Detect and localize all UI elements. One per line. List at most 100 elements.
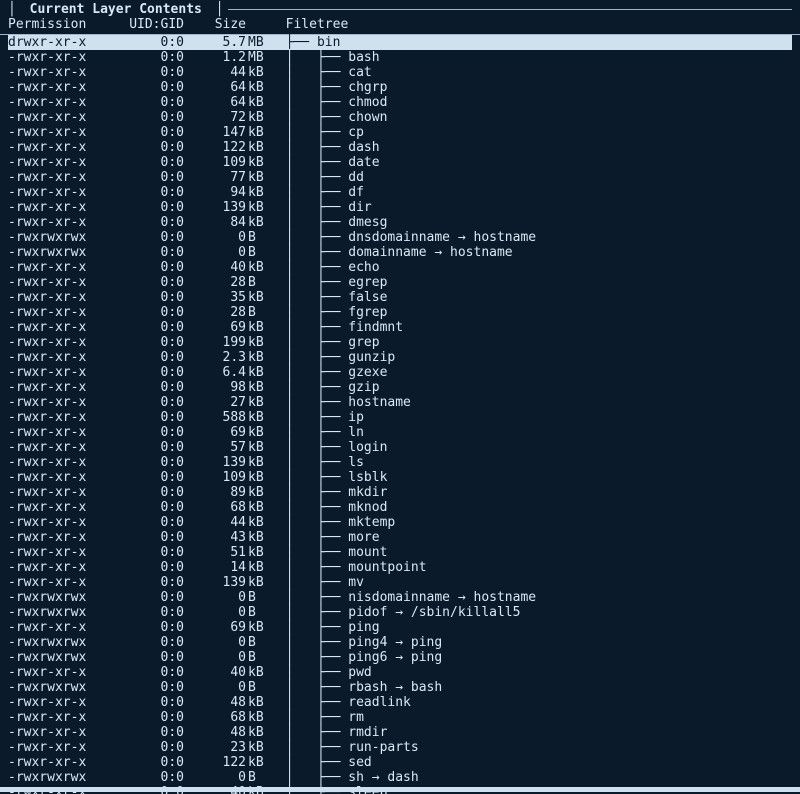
file-row[interactable]: -rwxr-xr-x0:044 kB │ ├── cat [8, 65, 792, 80]
file-row[interactable]: -rwxr-xr-x0:0109 kB │ ├── lsblk [8, 470, 792, 485]
size-value: 139 [190, 575, 248, 590]
size-unit: B [248, 305, 270, 320]
permission: -rwxr-xr-x [8, 470, 104, 485]
size-value: 0 [190, 635, 248, 650]
file-row[interactable]: -rwxrwxrwx0:00 B │ ├── domainname → host… [8, 245, 792, 260]
file-row[interactable]: -rwxr-xr-x0:06.4 kB │ ├── gzexe [8, 365, 792, 380]
size-unit: kB [248, 425, 270, 440]
file-row[interactable]: -rwxr-xr-x0:0147 kB │ ├── cp [8, 125, 792, 140]
file-row[interactable]: -rwxrwxrwx0:00 B │ ├── pidof → /sbin/kil… [8, 605, 792, 620]
file-row[interactable]: -rwxr-xr-x0:072 kB │ ├── chown [8, 110, 792, 125]
file-row[interactable]: -rwxr-xr-x0:098 kB │ ├── gzip [8, 380, 792, 395]
size-value: 139 [190, 455, 248, 470]
filetree-cell: │ ├── ln [270, 425, 792, 440]
file-row[interactable]: -rwxr-xr-x0:028 B │ ├── egrep [8, 275, 792, 290]
size-unit: kB [248, 80, 270, 95]
size-value: 51 [190, 545, 248, 560]
file-row[interactable]: -rwxr-xr-x0:014 kB │ ├── mountpoint [8, 560, 792, 575]
permission: -rwxr-xr-x [8, 665, 104, 680]
uid-gid: 0:0 [104, 575, 190, 590]
file-row[interactable]: -rwxr-xr-x0:0139 kB │ ├── ls [8, 455, 792, 470]
file-row[interactable]: -rwxrwxrwx0:00 B │ ├── rbash → bash [8, 680, 792, 695]
size-value: 28 [190, 275, 248, 290]
permission: -rwxr-xr-x [8, 200, 104, 215]
size-value: 40 [190, 665, 248, 680]
file-row[interactable]: -rwxr-xr-x0:0588 kB │ ├── ip [8, 410, 792, 425]
permission: -rwxr-xr-x [8, 155, 104, 170]
file-row[interactable]: -rwxr-xr-x0:084 kB │ ├── dmesg [8, 215, 792, 230]
file-row[interactable]: -rwxr-xr-x0:051 kB │ ├── mount [8, 545, 792, 560]
file-row[interactable]: -rwxr-xr-x0:023 kB │ ├── run-parts [8, 740, 792, 755]
file-row[interactable]: -rwxr-xr-x0:064 kB │ ├── chgrp [8, 80, 792, 95]
uid-gid: 0:0 [104, 215, 190, 230]
uid-gid: 0:0 [104, 530, 190, 545]
file-row[interactable]: -rwxrwxrwx0:00 B │ ├── ping6 → ping [8, 650, 792, 665]
file-row[interactable]: -rwxrwxrwx0:00 B │ ├── sh → dash [8, 770, 792, 785]
size-unit: kB [248, 695, 270, 710]
file-row[interactable]: -rwxr-xr-x0:0139 kB │ ├── mv [8, 575, 792, 590]
size-value: 64 [190, 80, 248, 95]
file-row[interactable]: -rwxr-xr-x0:064 kB │ ├── chmod [8, 95, 792, 110]
filetree-cell: │ ├── hostname [270, 395, 792, 410]
uid-gid: 0:0 [104, 200, 190, 215]
file-row[interactable]: -rwxr-xr-x0:069 kB │ ├── findmnt [8, 320, 792, 335]
size-unit: B [248, 590, 270, 605]
size-unit: kB [248, 515, 270, 530]
uid-gid: 0:0 [104, 590, 190, 605]
size-unit: kB [248, 410, 270, 425]
size-unit: kB [248, 485, 270, 500]
file-rows[interactable]: drwxr-xr-x0:05.7 MB ├── bin-rwxr-xr-x0:0… [0, 35, 800, 794]
filetree-cell: │ ├── ping [270, 620, 792, 635]
file-row[interactable]: -rwxr-xr-x0:0139 kB │ ├── dir [8, 200, 792, 215]
permission: -rwxr-xr-x [8, 380, 104, 395]
file-row[interactable]: -rwxr-xr-x0:040 kB │ ├── pwd [8, 665, 792, 680]
uid-gid: 0:0 [104, 395, 190, 410]
filetree-cell: │ ├── rbash → bash [270, 680, 792, 695]
size-value: 35 [190, 290, 248, 305]
file-row[interactable]: -rwxr-xr-x0:028 B │ ├── fgrep [8, 305, 792, 320]
file-row[interactable]: -rwxr-xr-x0:043 kB │ ├── more [8, 530, 792, 545]
uid-gid: 0:0 [104, 65, 190, 80]
size-value: 1.2 [190, 50, 248, 65]
file-row[interactable]: -rwxr-xr-x0:089 kB │ ├── mkdir [8, 485, 792, 500]
file-row[interactable]: drwxr-xr-x0:05.7 MB ├── bin [8, 35, 792, 50]
size-unit: kB [248, 500, 270, 515]
file-row[interactable]: -rwxr-xr-x0:069 kB │ ├── ln [8, 425, 792, 440]
file-row[interactable]: -rwxr-xr-x0:048 kB │ ├── rmdir [8, 725, 792, 740]
file-row[interactable]: -rwxr-xr-x0:048 kB │ ├── readlink [8, 695, 792, 710]
filetree-cell: │ ├── rm [270, 710, 792, 725]
uid-gid: 0:0 [104, 290, 190, 305]
uid-gid: 0:0 [104, 710, 190, 725]
permission: -rwxrwxrwx [8, 650, 104, 665]
filetree-cell: │ ├── dnsdomainname → hostname [270, 230, 792, 245]
file-row[interactable]: -rwxr-xr-x0:02.3 kB │ ├── gunzip [8, 350, 792, 365]
file-row[interactable]: -rwxr-xr-x0:027 kB │ ├── hostname [8, 395, 792, 410]
size-unit: B [248, 680, 270, 695]
file-row[interactable]: -rwxr-xr-x0:057 kB │ ├── login [8, 440, 792, 455]
file-row[interactable]: -rwxrwxrwx0:00 B │ ├── dnsdomainname → h… [8, 230, 792, 245]
file-row[interactable]: -rwxrwxrwx0:00 B │ ├── nisdomainname → h… [8, 590, 792, 605]
file-row[interactable]: -rwxr-xr-x0:068 kB │ ├── mknod [8, 500, 792, 515]
file-row[interactable]: -rwxr-xr-x0:040 kB │ ├── echo [8, 260, 792, 275]
permission: -rwxr-xr-x [8, 320, 104, 335]
file-row[interactable]: -rwxr-xr-x0:044 kB │ ├── mktemp [8, 515, 792, 530]
uid-gid: 0:0 [104, 260, 190, 275]
file-row[interactable]: -rwxr-xr-x0:094 kB │ ├── df [8, 185, 792, 200]
filetree-cell: │ ├── cat [270, 65, 792, 80]
permission: -rwxr-xr-x [8, 695, 104, 710]
file-row[interactable]: -rwxr-xr-x0:035 kB │ ├── false [8, 290, 792, 305]
size-unit: kB [248, 140, 270, 155]
file-row[interactable]: -rwxrwxrwx0:00 B │ ├── ping4 → ping [8, 635, 792, 650]
file-row[interactable]: -rwxr-xr-x0:0199 kB │ ├── grep [8, 335, 792, 350]
file-row[interactable]: -rwxr-xr-x0:068 kB │ ├── rm [8, 710, 792, 725]
file-row[interactable]: -rwxr-xr-x0:069 kB │ ├── ping [8, 620, 792, 635]
file-row[interactable]: -rwxr-xr-x0:0122 kB │ ├── dash [8, 140, 792, 155]
size-unit: kB [248, 320, 270, 335]
file-row[interactable]: -rwxr-xr-x0:077 kB │ ├── dd [8, 170, 792, 185]
file-row[interactable]: -rwxr-xr-x0:0122 kB │ ├── sed [8, 755, 792, 770]
uid-gid: 0:0 [104, 365, 190, 380]
file-row[interactable]: -rwxr-xr-x0:0109 kB │ ├── date [8, 155, 792, 170]
file-row[interactable]: -rwxr-xr-x0:01.2 MB │ ├── bash [8, 50, 792, 65]
size-value: 44 [190, 65, 248, 80]
filetree-cell: │ ├── chmod [270, 95, 792, 110]
